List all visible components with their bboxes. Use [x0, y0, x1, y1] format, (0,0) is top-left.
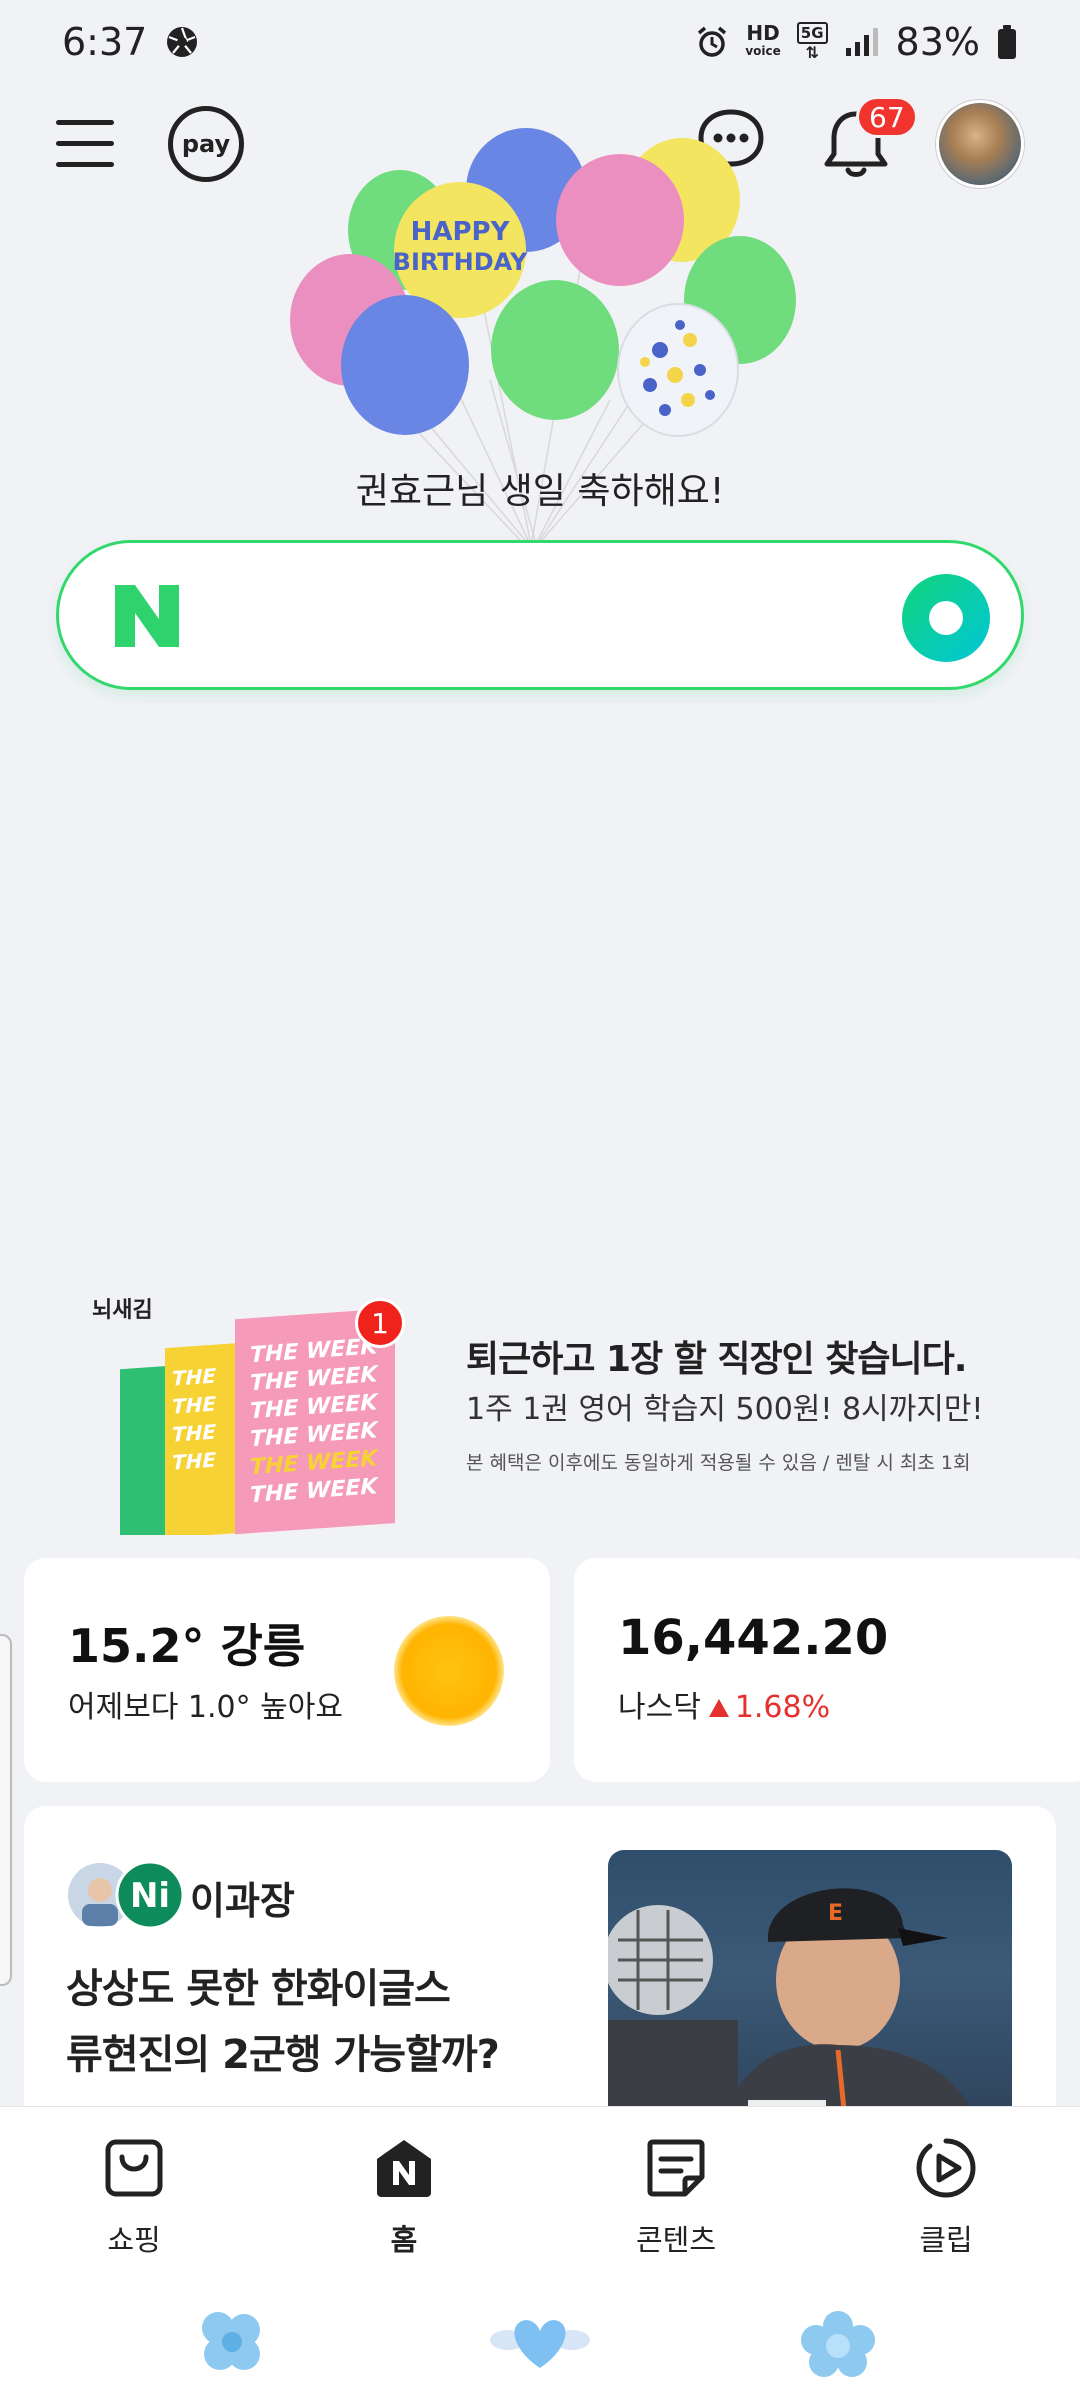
svg-text:Ni: Ni — [130, 1876, 170, 1916]
nav-contents[interactable]: 콘텐츠 — [606, 2137, 746, 2259]
svg-text:THE: THE — [172, 1364, 216, 1391]
notification-badge: 67 — [856, 96, 918, 138]
clover-icon — [202, 2312, 260, 2370]
author-avatars: Ni — [68, 1860, 185, 1930]
birthday-message: 권효근님 생일 축하해요! — [355, 471, 725, 512]
news-author: 이과장 — [190, 1879, 295, 1923]
svg-text:E: E — [828, 1901, 843, 1926]
news-card[interactable]: Ni 이과장 상상도 못한 한화이글스 류현진의 2군행 가능할까? E — [24, 1806, 1056, 2150]
nav-clip[interactable]: 클립 — [876, 2137, 1016, 2259]
alarm-icon — [698, 26, 727, 57]
shopping-bag-icon — [105, 2139, 163, 2197]
search-bar[interactable]: N — [56, 540, 1024, 690]
signal-icon — [845, 28, 878, 56]
network-indicator: 5G ⇅ — [796, 22, 828, 62]
naver-n-logo-icon — [115, 585, 179, 647]
edge-panel-handle[interactable] — [0, 1634, 12, 1986]
decorative-row — [202, 2311, 875, 2377]
status-bar: 6:37 HD voice 5G ⇅ 83% — [0, 0, 1080, 84]
balloon-text-birthday: BIRTHDAY — [393, 248, 528, 276]
aperture-icon — [167, 27, 198, 57]
ad-subtitle: 1주 1권 영어 학습지 500원! 8시까지만! — [466, 1392, 984, 1427]
contents-icon — [647, 2139, 705, 2197]
up-triangle-icon — [708, 1699, 729, 1717]
stock-index-name: 나스닥 — [618, 1690, 701, 1725]
stock-line: 나스닥 1.68% — [618, 1682, 830, 1726]
weather-card[interactable]: 15.2° 강릉 어제보다 1.0° 높아요 — [24, 1558, 550, 1782]
heart-wings-icon — [490, 2320, 590, 2368]
balloon-text-happy: HAPPY — [411, 217, 511, 247]
stock-value: 16,442.20 — [618, 1610, 889, 1666]
stock-change: 1.68% — [734, 1690, 831, 1725]
weather-temp-location: 15.2° 강릉 — [68, 1619, 306, 1673]
pay-label: pay — [181, 130, 231, 158]
svg-text:THE: THE — [172, 1420, 216, 1447]
profile-avatar[interactable] — [936, 100, 1024, 188]
clip-play-icon — [916, 2138, 976, 2198]
sunny-icon — [394, 1616, 504, 1726]
flower-icon — [801, 2311, 875, 2377]
nav-home[interactable]: 홈 — [334, 2137, 474, 2259]
svg-text:THE: THE — [172, 1392, 216, 1419]
baseball-player-photo: E — [608, 1888, 988, 2150]
weather-comparison: 어제보다 1.0° 높아요 — [68, 1690, 343, 1725]
menu-button[interactable] — [56, 120, 114, 168]
green-dot-lens-icon[interactable] — [901, 573, 991, 663]
nav-shopping[interactable]: 쇼핑 — [64, 2137, 204, 2259]
home-n-icon — [377, 2140, 431, 2197]
ad-banner[interactable]: 뇌새김 THE WEEK THE WEEK THE WEEK THE WEEK … — [0, 1280, 1080, 1540]
hd-voice-indicator: HD voice — [745, 21, 781, 58]
svg-text:THE: THE — [172, 1448, 216, 1475]
news-thumbnail[interactable]: E — [608, 1850, 1012, 2150]
stock-card[interactable]: 16,442.20 나스닥 1.68% — [574, 1558, 1080, 1782]
ad-badge: 1 — [355, 1298, 405, 1348]
battery-icon — [998, 25, 1016, 59]
ad-note: 본 혜택은 이후에도 동일하게 적용될 수 있음 / 렌탈 시 최초 1회 — [466, 1452, 971, 1474]
status-time: 6:37 — [62, 20, 148, 64]
news-title[interactable]: 상상도 못한 한화이글스 류현진의 2군행 가능할까? — [66, 1956, 586, 2088]
battery-percent: 83% — [895, 20, 980, 64]
pay-button[interactable]: pay — [168, 106, 244, 182]
ad-title: 퇴근하고 1장 할 직장인 찾습니다. — [466, 1339, 967, 1380]
